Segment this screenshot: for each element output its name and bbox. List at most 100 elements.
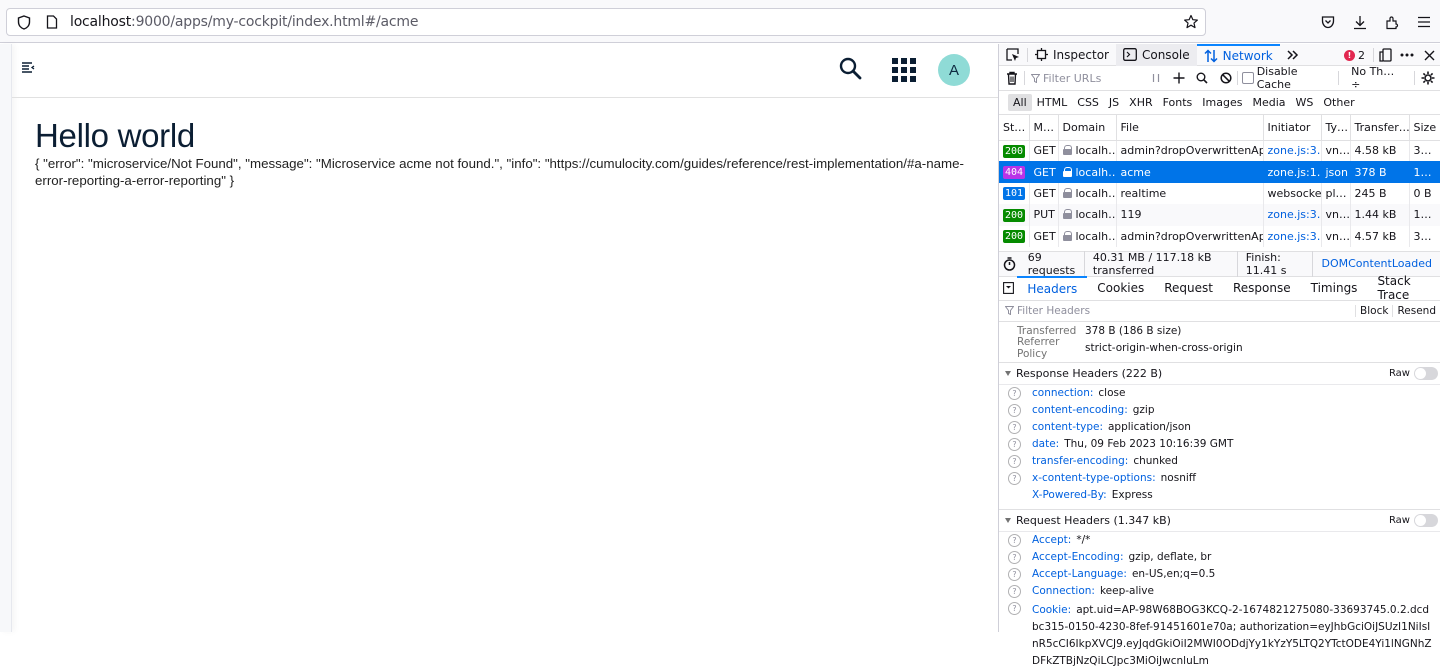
column-size[interactable]: Size bbox=[1409, 115, 1440, 141]
cell-transferred: 4.58 kB bbox=[1350, 140, 1410, 162]
resend-button[interactable]: Resend bbox=[1392, 305, 1440, 318]
request-headers-toggle[interactable]: Request Headers (1.347 kB) Raw bbox=[999, 510, 1440, 532]
tab-timings[interactable]: Timings bbox=[1301, 276, 1368, 300]
header-value: nosniff bbox=[1160, 471, 1197, 484]
request-row[interactable]: 101 GET localh… realtime websocket pl… 245 B0 … bbox=[999, 182, 1440, 205]
tab-stack-trace[interactable]: Stack Trace bbox=[1367, 274, 1440, 302]
help-question-icon[interactable]: ? bbox=[1008, 601, 1021, 615]
request-row[interactable]: 200GET localh…admin?dropOverwrittenApps=f… bbox=[999, 140, 1440, 162]
cell-initiator: zone.js:3… bbox=[1263, 225, 1322, 247]
header-value: */* bbox=[1076, 533, 1091, 546]
raw-toggle[interactable]: Raw bbox=[1389, 513, 1438, 527]
filter-urls-input[interactable]: Filter URLs bbox=[1031, 72, 1145, 85]
help-question-icon[interactable]: ? bbox=[1008, 550, 1021, 564]
tab-request[interactable]: Request bbox=[1154, 276, 1223, 300]
search-icon[interactable] bbox=[837, 55, 865, 83]
filter-media[interactable]: Media bbox=[1247, 94, 1290, 111]
page-icon[interactable] bbox=[44, 14, 60, 30]
block-requests-icon[interactable] bbox=[1214, 67, 1237, 89]
dom-content-loaded: DOMContentLoaded bbox=[1321, 257, 1432, 271]
help-question-icon[interactable]: ? bbox=[1008, 386, 1021, 400]
tab-network[interactable]: Network bbox=[1196, 43, 1280, 66]
more-tabs-chevron-icon[interactable] bbox=[1280, 44, 1306, 66]
status-badge: 404 bbox=[1003, 166, 1026, 180]
tab-console[interactable]: Console bbox=[1115, 43, 1197, 66]
help-question-icon[interactable]: ? bbox=[1008, 420, 1021, 434]
header-name: x-content-type-options: bbox=[1032, 471, 1156, 484]
filter-headers-input[interactable]: Filter Headers Block Resend bbox=[999, 301, 1440, 322]
help-question-icon[interactable]: ? bbox=[1008, 567, 1021, 581]
request-row[interactable]: 200GET localh…admin?dropOverwrittenApps=t… bbox=[999, 225, 1440, 247]
toggle-switch[interactable] bbox=[1414, 513, 1438, 527]
user-avatar[interactable]: A bbox=[938, 54, 970, 86]
divider bbox=[1338, 71, 1340, 85]
column-file[interactable]: File bbox=[1116, 115, 1264, 141]
more-options-icon[interactable] bbox=[1396, 44, 1418, 66]
pause-icon[interactable] bbox=[1145, 67, 1168, 89]
filter-xhr[interactable]: XHR bbox=[1124, 94, 1157, 111]
header-entry: Accept-Encoding: gzip, deflate, br bbox=[1032, 551, 1211, 563]
response-headers-toggle[interactable]: Response Headers (222 B) Raw bbox=[999, 363, 1440, 385]
pocket-icon[interactable] bbox=[1312, 8, 1344, 36]
filter-css[interactable]: CSS bbox=[1072, 94, 1104, 111]
browser-toolbar: localhost:9000/apps/my-cockpit/index.htm… bbox=[0, 0, 1440, 43]
shield-icon[interactable] bbox=[16, 14, 32, 30]
add-filter-plus-icon[interactable] bbox=[1168, 67, 1191, 89]
column-method[interactable]: M… bbox=[1029, 115, 1059, 141]
column-type[interactable]: Ty… bbox=[1321, 115, 1351, 141]
search-icon[interactable] bbox=[1191, 67, 1214, 89]
trash-icon[interactable] bbox=[999, 71, 1024, 85]
tab-response[interactable]: Response bbox=[1223, 276, 1301, 300]
column-status[interactable]: St… bbox=[999, 115, 1030, 141]
header-row: ? x-content-type-options: nosniff bbox=[999, 470, 1440, 487]
help-question-icon[interactable]: ? bbox=[1008, 533, 1021, 547]
cell-file: admin?dropOverwrittenApps=tr bbox=[1116, 225, 1264, 247]
bookmark-star-icon[interactable] bbox=[1183, 14, 1199, 30]
help-question-icon[interactable]: ? bbox=[1008, 437, 1021, 451]
response-headers-section: Response Headers (222 B) Raw ? connection… bbox=[999, 361, 1440, 504]
url-bar[interactable]: localhost:9000/apps/my-cockpit/index.htm… bbox=[6, 8, 1206, 36]
menu-toggle-icon[interactable] bbox=[21, 60, 37, 76]
tab-cookies[interactable]: Cookies bbox=[1087, 276, 1154, 300]
pick-element-button[interactable] bbox=[999, 44, 1027, 66]
filter-html[interactable]: HTML bbox=[1032, 94, 1073, 111]
throttling-select[interactable]: No Th… ÷ bbox=[1351, 65, 1405, 91]
tab-headers[interactable]: Headers bbox=[1017, 276, 1088, 300]
error-count-badge[interactable]: ! 2 bbox=[1344, 49, 1365, 62]
help-question-icon[interactable]: ? bbox=[1008, 471, 1021, 485]
settings-gear-icon[interactable] bbox=[1417, 67, 1440, 89]
url-text[interactable]: localhost:9000/apps/my-cockpit/index.htm… bbox=[70, 14, 418, 30]
column-domain[interactable]: Domain bbox=[1058, 115, 1117, 141]
filter-images[interactable]: Images bbox=[1197, 94, 1247, 111]
extensions-icon[interactable] bbox=[1376, 8, 1408, 36]
toggle-switch[interactable] bbox=[1414, 366, 1438, 380]
filter-js[interactable]: JS bbox=[1104, 94, 1124, 111]
block-button[interactable]: Block bbox=[1355, 305, 1392, 318]
tab-inspector[interactable]: Inspector bbox=[1028, 44, 1116, 66]
raw-toggle[interactable]: Raw bbox=[1389, 366, 1438, 380]
responsive-design-icon[interactable] bbox=[1374, 44, 1396, 66]
download-icon[interactable] bbox=[1344, 8, 1376, 36]
filter-funnel-icon bbox=[1005, 306, 1014, 316]
filter-other[interactable]: Other bbox=[1318, 94, 1359, 111]
toggle-pane-icon[interactable] bbox=[999, 282, 1017, 295]
request-headers-list: ? Accept: */*? Accept-Encoding: gzip, deflat… bbox=[999, 532, 1440, 670]
checkbox-box[interactable] bbox=[1242, 72, 1254, 84]
filter-ws[interactable]: WS bbox=[1291, 94, 1319, 111]
close-icon[interactable] bbox=[1418, 44, 1440, 66]
help-question-icon[interactable]: ? bbox=[1008, 584, 1021, 598]
filter-all[interactable]: All bbox=[1008, 94, 1032, 111]
request-row[interactable]: 200PUT localh…119zone.js:3…vn…1.44 kB1… bbox=[999, 204, 1440, 226]
cell-status: 200 bbox=[999, 204, 1030, 226]
filter-fonts[interactable]: Fonts bbox=[1158, 94, 1198, 111]
help-question-icon[interactable]: ? bbox=[1008, 454, 1021, 468]
cell-domain: localh… bbox=[1058, 182, 1117, 205]
network-summary-bar: 69 requests 40.31 MB / 117.18 kB transfe… bbox=[999, 250, 1440, 277]
column-transferred[interactable]: Transfer… bbox=[1350, 115, 1410, 141]
disable-cache-checkbox[interactable]: Disable Cache bbox=[1242, 65, 1332, 91]
column-initiator[interactable]: Initiator bbox=[1263, 115, 1322, 141]
help-question-icon[interactable]: ? bbox=[1008, 403, 1021, 417]
request-row[interactable]: 404GET localh…acmezone.js:1…json378 B1… bbox=[999, 161, 1440, 183]
app-switcher-grid-icon[interactable] bbox=[891, 57, 917, 83]
hamburger-menu-icon[interactable] bbox=[1408, 8, 1440, 36]
